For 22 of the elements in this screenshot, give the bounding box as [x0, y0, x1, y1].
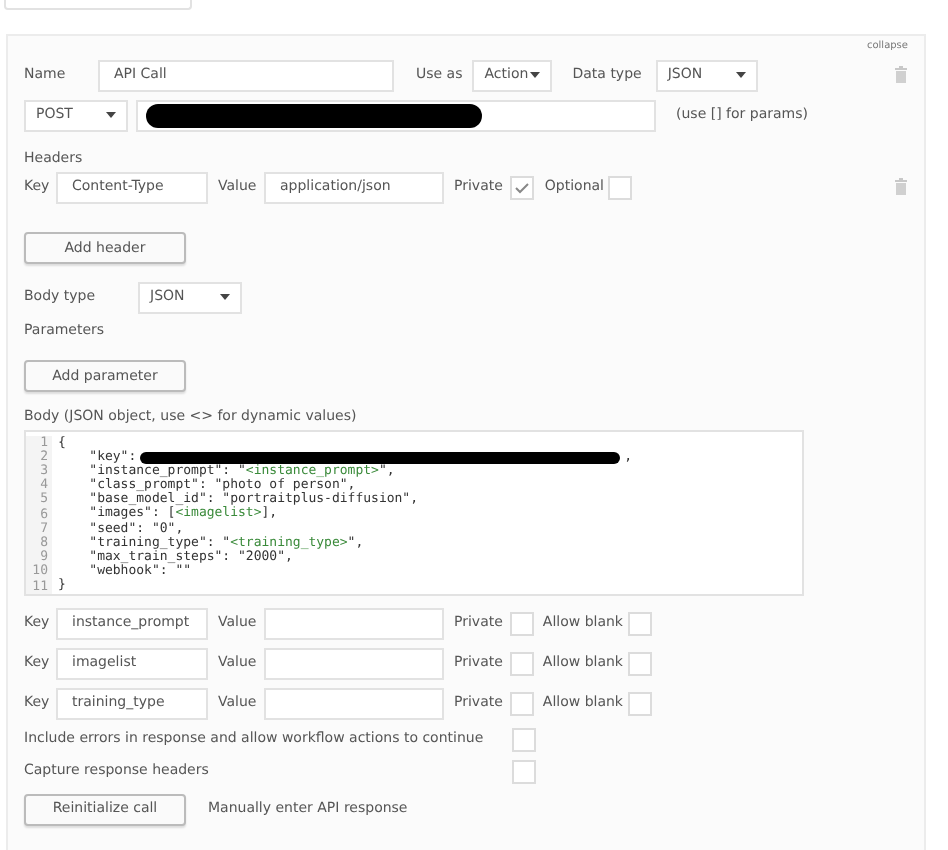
private-checkbox[interactable]: [510, 175, 535, 199]
caret-icon: [735, 72, 746, 78]
private-checkbox[interactable]: [510, 651, 535, 675]
checkmark-icon: [514, 181, 531, 193]
value-field[interactable]: [264, 687, 444, 719]
code-editor[interactable]: [24, 429, 804, 595]
trash-icon[interactable]: [894, 178, 908, 196]
trash-icon[interactable]: [894, 66, 908, 84]
allow-blank-checkbox[interactable]: [627, 611, 651, 635]
private-checkbox[interactable]: [510, 611, 535, 635]
optional-checkbox[interactable]: [608, 175, 633, 199]
caret-icon: [530, 72, 541, 78]
private-checkbox[interactable]: [510, 691, 535, 715]
allow-blank-checkbox[interactable]: [627, 691, 651, 715]
url-field[interactable]: [136, 99, 656, 131]
option-checkbox[interactable]: [512, 727, 536, 751]
caret-icon: [106, 112, 116, 118]
allow-blank-checkbox[interactable]: [627, 651, 651, 675]
value-field[interactable]: [264, 647, 444, 679]
option-checkbox[interactable]: [512, 759, 536, 783]
value-field[interactable]: [264, 607, 444, 639]
caret-icon: [220, 294, 230, 300]
